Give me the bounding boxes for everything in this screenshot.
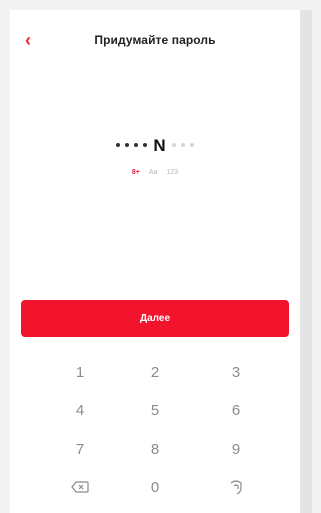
header: ‹ Придумайте пароль: [10, 30, 300, 54]
key-0[interactable]: 0: [115, 472, 195, 502]
password-dot-filled: [143, 143, 148, 147]
key-1[interactable]: 1: [40, 357, 120, 387]
password-dot-filled: [134, 143, 139, 147]
scrollbar[interactable]: [300, 10, 312, 513]
rule-length: 8+: [131, 169, 140, 176]
fingerprint-icon-svg: [230, 480, 242, 495]
key-2[interactable]: 2: [115, 357, 195, 387]
rule-digits: 123: [166, 169, 179, 176]
key-4[interactable]: 4: [40, 395, 120, 425]
page-title: Придумайте пароль: [94, 33, 216, 47]
fingerprint-icon[interactable]: [196, 472, 276, 502]
key-5[interactable]: 5: [115, 395, 195, 425]
key-3[interactable]: 3: [196, 357, 276, 387]
backspace-icon[interactable]: [40, 472, 120, 502]
password-dot-filled: [116, 143, 121, 147]
password-dot-empty: [171, 143, 176, 147]
password-dot-empty: [180, 143, 185, 147]
key-8[interactable]: 8: [115, 434, 195, 464]
password-display: N: [10, 133, 300, 157]
password-dot-empty: [189, 143, 194, 147]
key-7[interactable]: 7: [40, 434, 120, 464]
rule-case: Aa: [148, 169, 158, 176]
backspace-icon-svg: [71, 481, 89, 493]
next-button[interactable]: Далее: [21, 300, 289, 337]
key-6[interactable]: 6: [196, 395, 276, 425]
password-visible-char: N: [153, 135, 166, 155]
phone-screen: ‹ Придумайте пароль N 8+ Aa 123 Далее 1 …: [10, 10, 300, 513]
password-dot-filled: [125, 143, 130, 147]
password-rules: 8+ Aa 123: [10, 169, 300, 176]
key-9[interactable]: 9: [196, 434, 276, 464]
